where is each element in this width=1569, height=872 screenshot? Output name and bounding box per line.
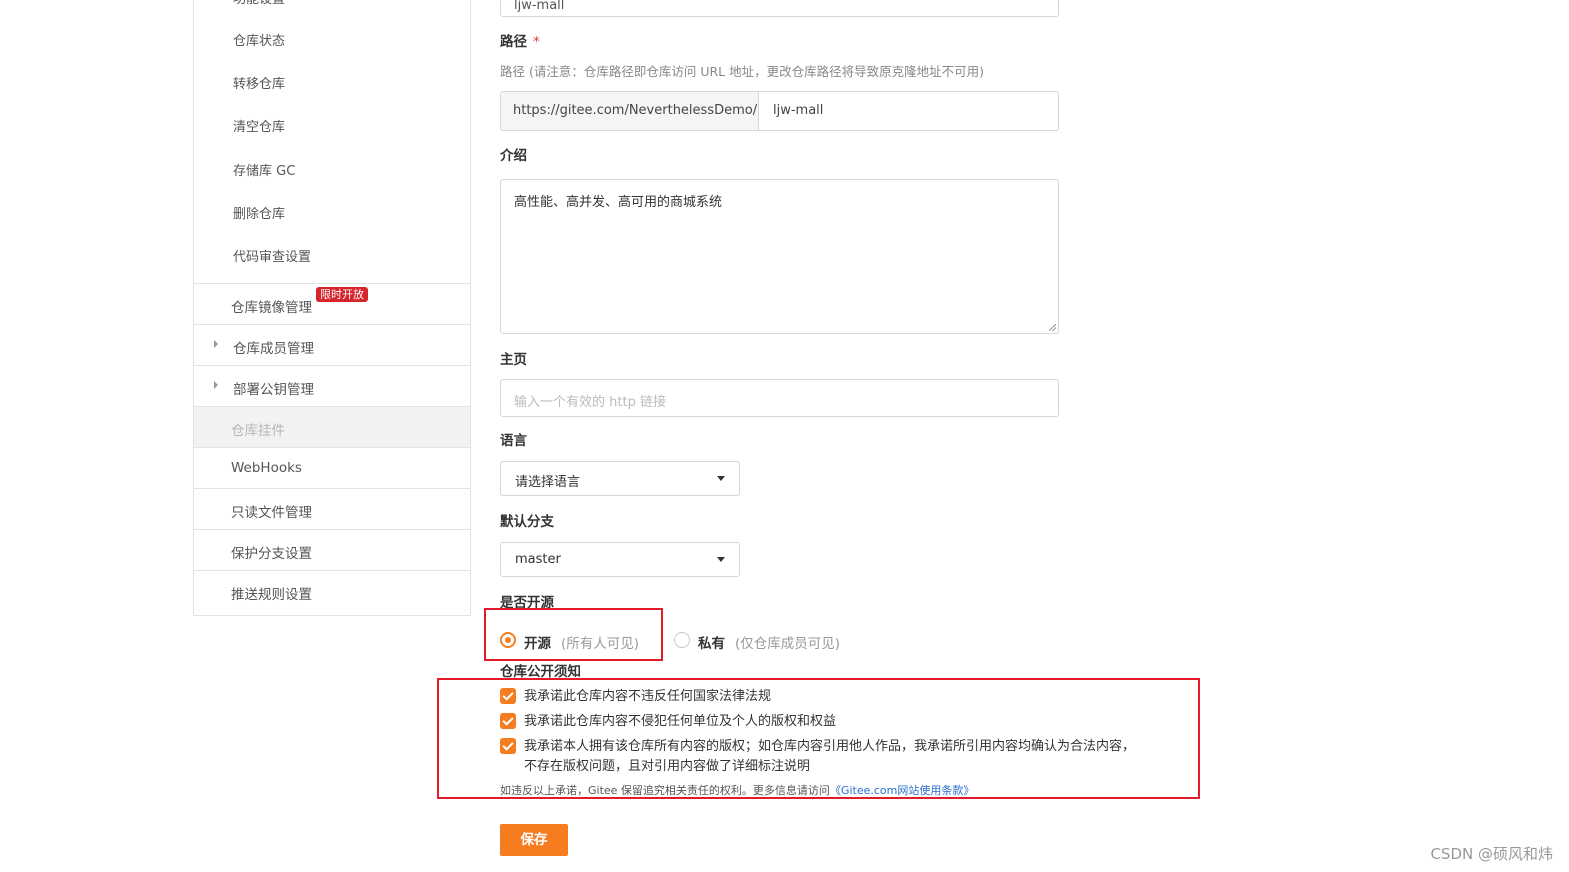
default-branch-value: master bbox=[515, 552, 561, 567]
description-label: 介绍 bbox=[500, 148, 527, 164]
settings-sidebar: 功能设置 仓库状态 转移仓库 清空仓库 存储库 GC 删除仓库 代码审查设置 仓… bbox=[193, 0, 471, 616]
sidebar-item-label: 仓库挂件 bbox=[231, 423, 285, 439]
path-input[interactable]: ljw-mall bbox=[773, 103, 823, 118]
language-select[interactable]: 请选择语言 bbox=[500, 461, 740, 496]
radio-private-text: 私有 bbox=[698, 636, 725, 652]
caret-right-icon bbox=[214, 381, 218, 389]
sidebar-item-code-review[interactable]: 代码审查设置 bbox=[233, 250, 311, 266]
language-value: 请选择语言 bbox=[515, 475, 581, 490]
limited-open-badge: 限时开放 bbox=[316, 287, 368, 302]
caret-right-icon bbox=[214, 340, 218, 348]
sidebar-item-function-settings[interactable]: 功能设置 bbox=[233, 0, 285, 8]
radio-private-desc: (仅仓库成员可见) bbox=[735, 636, 841, 652]
homepage-input[interactable]: 输入一个有效的 http 链接 bbox=[500, 379, 1059, 417]
pledge-highlight-box bbox=[437, 678, 1200, 799]
open-source-highlight-box bbox=[484, 608, 663, 661]
path-label: 路径 * bbox=[500, 34, 540, 50]
sidebar-item-label: 推送规则设置 bbox=[231, 587, 312, 603]
sidebar-item-clear-repo[interactable]: 清空仓库 bbox=[233, 120, 285, 136]
chevron-down-icon bbox=[717, 476, 725, 481]
default-branch-label: 默认分支 bbox=[500, 514, 554, 530]
sidebar-item-label: 只读文件管理 bbox=[231, 505, 312, 521]
sidebar-item-repo-status[interactable]: 仓库状态 bbox=[233, 34, 285, 50]
sidebar-item-deploy-keys[interactable]: 部署公钥管理 bbox=[194, 365, 470, 406]
required-mark: * bbox=[533, 34, 540, 50]
homepage-label: 主页 bbox=[500, 352, 527, 368]
repo-name-value: ljw-mall bbox=[514, 0, 565, 13]
sidebar-groups: 仓库镜像管理 限时开放 仓库成员管理 部署公钥管理 仓库挂件 WebHooks … bbox=[194, 283, 470, 611]
sidebar-item-protected-branches[interactable]: 保护分支设置 bbox=[194, 529, 470, 570]
sidebar-item-push-rules[interactable]: 推送规则设置 bbox=[194, 570, 470, 611]
sidebar-item-members[interactable]: 仓库成员管理 bbox=[194, 324, 470, 365]
description-textarea[interactable]: 高性能、高并发、高可用的商城系统 bbox=[500, 179, 1059, 334]
sidebar-item-label: 部署公钥管理 bbox=[233, 382, 314, 398]
radio-unchecked-icon bbox=[674, 632, 690, 648]
sidebar-item-delete-repo[interactable]: 删除仓库 bbox=[233, 207, 285, 223]
save-button[interactable]: 保存 bbox=[500, 824, 568, 856]
resize-grip-icon[interactable] bbox=[1049, 324, 1056, 331]
sidebar-item-transfer-repo[interactable]: 转移仓库 bbox=[233, 77, 285, 93]
repo-name-input[interactable]: ljw-mall bbox=[500, 0, 1059, 17]
chevron-down-icon bbox=[717, 557, 725, 562]
watermark: CSDN @硕风和炜 bbox=[1430, 845, 1553, 863]
sidebar-item-label: 仓库成员管理 bbox=[233, 341, 314, 357]
sidebar-item-mirror[interactable]: 仓库镜像管理 限时开放 bbox=[194, 283, 470, 324]
sidebar-item-label: WebHooks bbox=[231, 460, 302, 476]
sidebar-item-webhooks[interactable]: WebHooks bbox=[194, 447, 470, 488]
sidebar-item-storage-gc[interactable]: 存储库 GC bbox=[233, 164, 295, 180]
default-branch-select[interactable]: master bbox=[500, 542, 740, 577]
sidebar-item-widgets[interactable]: 仓库挂件 bbox=[194, 406, 470, 447]
sidebar-item-label: 仓库镜像管理 bbox=[231, 300, 312, 316]
language-label: 语言 bbox=[500, 433, 527, 449]
path-input-group: https://gitee.com/NeverthelessDemo/ ljw-… bbox=[500, 91, 1059, 131]
sidebar-item-label: 保护分支设置 bbox=[231, 546, 312, 562]
homepage-placeholder: 输入一个有效的 http 链接 bbox=[514, 395, 666, 410]
path-prefix: https://gitee.com/NeverthelessDemo/ bbox=[501, 92, 759, 130]
sidebar-item-readonly-files[interactable]: 只读文件管理 bbox=[194, 488, 470, 529]
radio-private-label: 私有 (仅仓库成员可见) bbox=[698, 632, 840, 652]
path-label-text: 路径 bbox=[500, 34, 527, 50]
description-value: 高性能、高并发、高可用的商城系统 bbox=[514, 195, 723, 210]
path-hint: 路径 (请注意：仓库路径即仓库访问 URL 地址，更改仓库路径将导致原克隆地址不… bbox=[500, 64, 984, 79]
